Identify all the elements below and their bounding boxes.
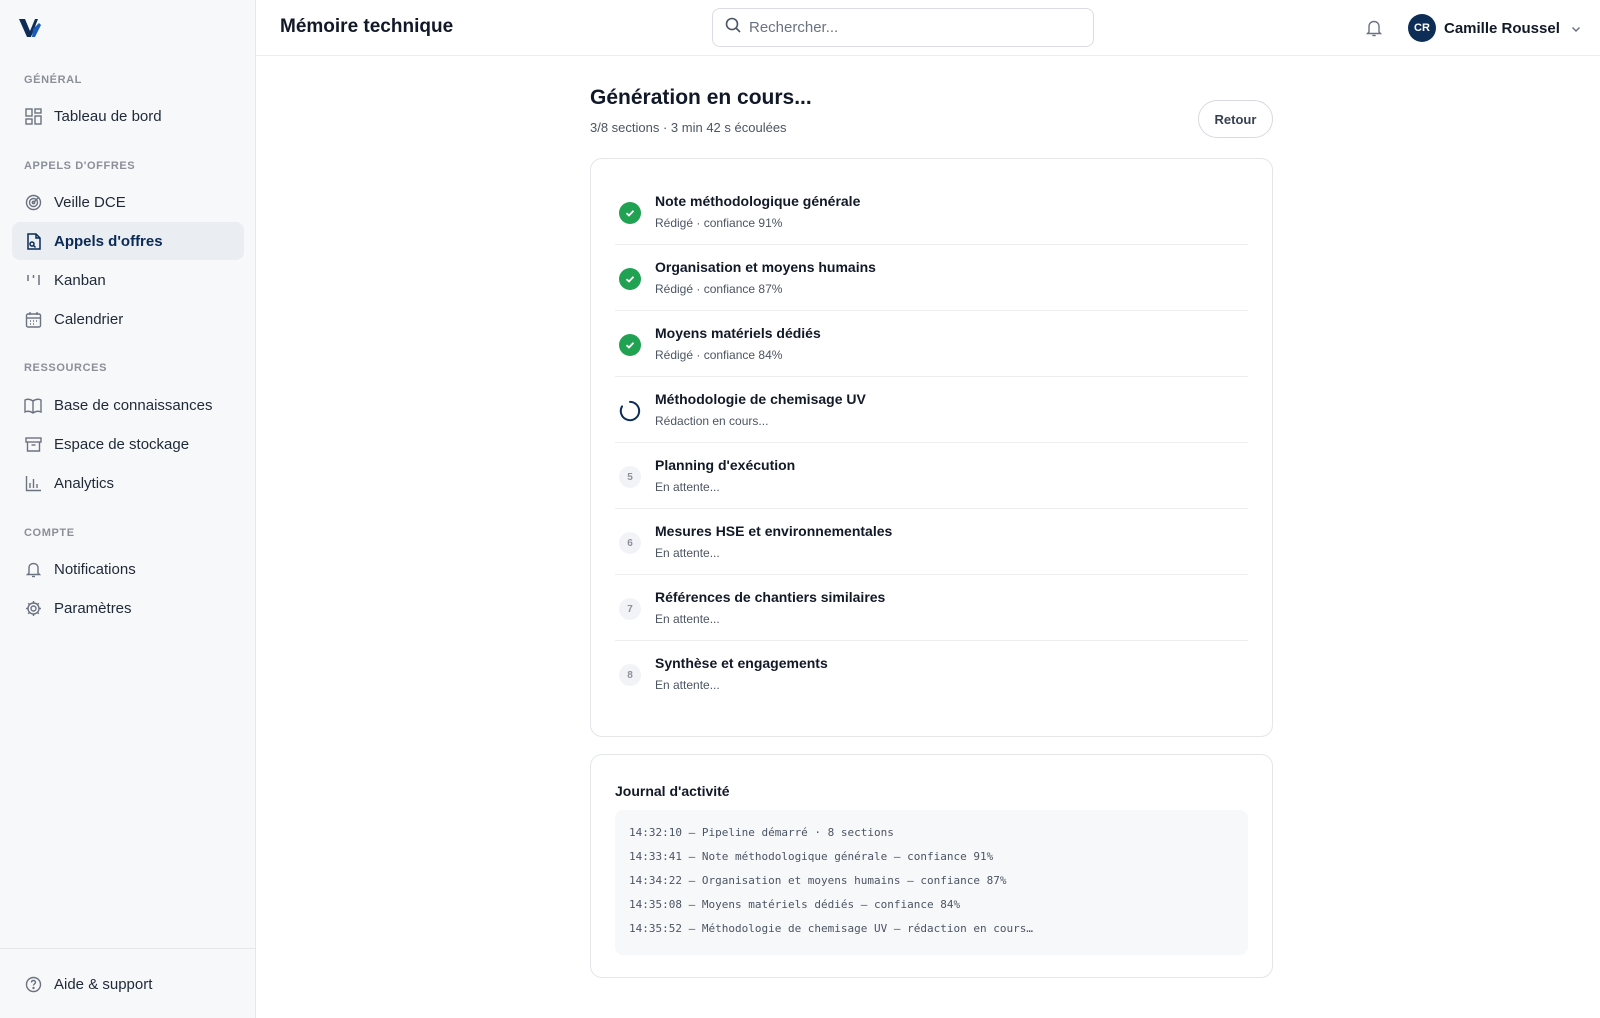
sidebar-item-label: Aide & support (54, 975, 153, 993)
nav-section-general: GÉNÉRAL (24, 74, 82, 86)
sidebar-item-label: Appels d'offres (54, 232, 163, 250)
section-number-badge: 6 (619, 532, 641, 554)
document-icon (24, 232, 42, 250)
section-number-badge: 5 (619, 466, 641, 488)
check-circle-icon (619, 268, 641, 290)
search-input[interactable] (749, 19, 1069, 36)
sidebar-item-parametres[interactable]: Paramètres (12, 589, 244, 627)
generation-title: Génération en cours... (590, 86, 812, 109)
sidebar-item-label: Paramètres (54, 599, 132, 617)
help-support-link[interactable]: Aide & support (12, 965, 244, 1003)
generation-progress-summary: 3/8 sections · 3 min 42 s écoulées (590, 120, 787, 135)
sidebar-item-kanban[interactable]: Kanban (12, 261, 244, 299)
sidebar-item-label: Analytics (54, 474, 115, 492)
activity-log-card: Journal d'activité 14:32:10 — Pipeline d… (590, 754, 1273, 978)
sidebar-item-label: Kanban (54, 271, 106, 289)
section-name: Références de chantiers similaires (655, 589, 886, 605)
section-row: 8 Synthèse et engagements En attente... (615, 641, 1248, 707)
help-icon (24, 975, 42, 993)
sidebar-item-analytics[interactable]: Analytics (12, 464, 244, 502)
gear-icon (24, 599, 42, 617)
search-box[interactable] (712, 8, 1094, 47)
log-line: 14:32:10 — Pipeline démarré · 8 sections (629, 826, 894, 839)
user-name: Camille Roussel (1444, 19, 1560, 37)
sidebar-item-notifications[interactable]: Notifications (12, 550, 244, 588)
section-status-text: En attente... (655, 480, 720, 494)
section-name: Synthèse et engagements (655, 655, 828, 671)
section-row: Note méthodologique générale Rédigé · con… (615, 179, 1248, 245)
section-name: Moyens matériels dédiés (655, 325, 821, 341)
section-name: Organisation et moyens humains (655, 259, 876, 275)
sidebar-item-label: Tableau de bord (54, 107, 162, 125)
chevron-down-icon (1570, 22, 1582, 34)
sidebar: GÉNÉRAL Tableau de bord APPELS D'OFFRES … (0, 0, 256, 1018)
radar-icon (24, 193, 42, 211)
sections-progress-card: Note méthodologique générale Rédigé · con… (590, 158, 1273, 737)
section-row: 7 Références de chantiers similaires En at… (615, 575, 1248, 641)
back-button[interactable]: Retour (1198, 100, 1273, 138)
section-row: Méthodologie de chemisage UV Rédaction en… (615, 377, 1248, 443)
book-icon (24, 396, 42, 414)
calendar-icon (24, 310, 42, 328)
sidebar-item-label: Notifications (54, 560, 136, 578)
dashboard-icon (24, 107, 42, 125)
sidebar-item-calendrier[interactable]: Calendrier (12, 300, 244, 338)
sidebar-item-label: Espace de stockage (54, 435, 190, 453)
activity-log-title: Journal d'activité (615, 783, 730, 799)
bar-chart-icon (24, 474, 42, 492)
log-line: 14:35:08 — Moyens matériels dédiés — con… (629, 898, 961, 911)
section-row: Organisation et moyens humains Rédigé · c… (615, 245, 1248, 311)
sidebar-item-appels-d-offres[interactable]: Appels d'offres (12, 222, 244, 260)
section-status-text: En attente... (655, 546, 720, 560)
section-row: 6 Mesures HSE et environnementales En atte… (615, 509, 1248, 575)
kanban-icon (24, 271, 42, 289)
section-status-text: Rédigé · confiance 91% (655, 216, 783, 230)
section-status-text: Rédigé · confiance 87% (655, 282, 783, 296)
sidebar-item-label: Calendrier (54, 310, 124, 328)
sidebar-item-espace-de-stockage[interactable]: Espace de stockage (12, 425, 244, 463)
section-status-text: En attente... (655, 612, 720, 626)
sidebar-item-label: Veille DCE (54, 193, 126, 211)
section-status-text: En attente... (655, 678, 720, 692)
top-header: Mémoire technique CR Camille Roussel (256, 0, 1600, 56)
section-name: Planning d'exécution (655, 457, 796, 473)
sidebar-item-label: Base de connaissances (54, 396, 213, 414)
section-name: Note méthodologique générale (655, 193, 861, 209)
section-number-badge: 8 (619, 664, 641, 686)
nav-section-appels: APPELS D'OFFRES (24, 160, 136, 172)
log-line: 14:35:52 — Méthodologie de chemisage UV … (629, 922, 1033, 935)
log-line: 14:34:22 — Organisation et moyens humain… (629, 874, 1007, 887)
avatar: CR (1408, 14, 1436, 42)
section-number-badge: 7 (619, 598, 641, 620)
search-icon (725, 17, 741, 38)
bell-icon (24, 560, 42, 578)
section-name: Méthodologie de chemisage UV (655, 391, 866, 407)
section-row: 5 Planning d'exécution En attente... (615, 443, 1248, 509)
section-name: Mesures HSE et environnementales (655, 523, 893, 539)
sidebar-item-base-de-connaissances[interactable]: Base de connaissances (12, 386, 244, 424)
sidebar-footer: Aide & support (0, 948, 256, 1018)
check-circle-icon (619, 334, 641, 356)
log-line: 14:33:41 — Note méthodologique générale … (629, 850, 994, 863)
section-row: Moyens matériels dédiés Rédigé · confianc… (615, 311, 1248, 377)
archive-icon (24, 435, 42, 453)
section-status-text: Rédaction en cours... (655, 414, 769, 428)
logo-icon[interactable] (17, 16, 43, 40)
section-status-text: Rédigé · confiance 84% (655, 348, 783, 362)
activity-log: 14:32:10 — Pipeline démarré · 8 sections… (615, 810, 1248, 955)
nav-section-compte: COMPTE (24, 527, 75, 539)
page-title: Mémoire technique (280, 16, 454, 37)
user-menu[interactable]: CR Camille Roussel (1408, 14, 1582, 42)
nav-section-ressources: RESSOURCES (24, 362, 108, 374)
check-circle-icon (619, 202, 641, 224)
sidebar-item-veille-dce[interactable]: Veille DCE (12, 183, 244, 221)
sidebar-item-tableau-de-bord[interactable]: Tableau de bord (12, 97, 244, 135)
notifications-bell-icon[interactable] (1364, 18, 1384, 38)
spinner-icon (619, 400, 641, 422)
